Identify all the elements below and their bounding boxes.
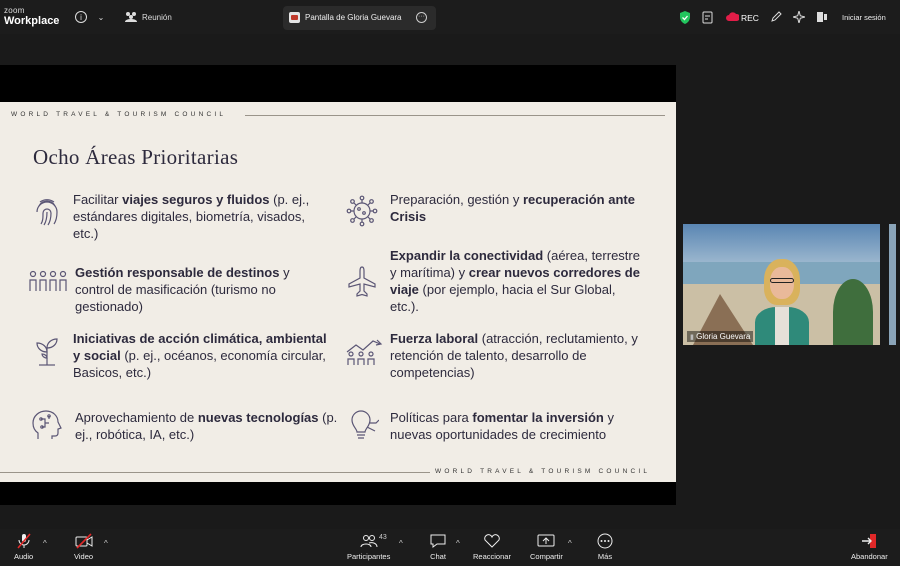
participant-name-label: ▮ Gloria Guevara: [687, 331, 754, 342]
share-button[interactable]: Compartir: [530, 533, 563, 561]
share-options-caret-icon[interactable]: ^: [568, 539, 572, 548]
meeting-label[interactable]: Reunión: [142, 13, 172, 22]
audio-button[interactable]: Audio: [14, 533, 33, 561]
divider: [0, 472, 430, 473]
divider: [245, 115, 665, 116]
leave-icon: [862, 534, 877, 548]
sky: [683, 224, 880, 264]
signin-button[interactable]: Iniciar sesión: [842, 13, 886, 22]
workforce-icon: [344, 334, 384, 368]
virus-icon: [345, 194, 379, 228]
signal-icon: ▮: [690, 334, 694, 341]
priority-item: Gestión responsable de destinos y contro…: [75, 265, 290, 314]
zoom-logo: zoom Workplace: [4, 6, 60, 27]
heart-icon: [484, 534, 500, 548]
cloud-record-icon[interactable]: [726, 11, 739, 23]
share-tab[interactable]: Pantalla de Gloria Guevara ···: [283, 6, 436, 30]
slide-header-org: WORLD TRAVEL & TOURISM COUNCIL: [11, 111, 227, 118]
document-icon[interactable]: [702, 11, 713, 24]
slide-footer-org: WORLD TRAVEL & TOURISM COUNCIL: [435, 468, 651, 475]
rec-label[interactable]: REC: [741, 13, 759, 23]
video-options-caret-icon[interactable]: ^: [104, 539, 108, 548]
participant-figure: [755, 259, 809, 345]
more-button[interactable]: Más: [596, 533, 614, 561]
shield-icon[interactable]: [679, 11, 691, 24]
priority-item: Preparación, gestión y recuperación ante…: [390, 192, 635, 224]
camera-off-icon: [75, 533, 93, 549]
participants-icon: [360, 535, 378, 548]
priority-item: Facilitar viajes seguros y fluidos (p. e…: [73, 192, 310, 241]
head-brain-icon: [30, 408, 64, 442]
lightbulb-icon: [345, 408, 380, 442]
leave-button[interactable]: Abandonar: [851, 533, 888, 561]
presenter-avatar-icon: [289, 12, 300, 23]
chat-icon: [430, 534, 446, 548]
palm-trees: [833, 279, 873, 345]
priority-item: Iniciativas de acción climática, ambient…: [73, 331, 327, 380]
chat-options-caret-icon[interactable]: ^: [456, 539, 460, 548]
plant-icon: [30, 334, 64, 368]
video-tile-edge: [889, 224, 896, 345]
participants-options-caret-icon[interactable]: ^: [399, 539, 403, 548]
more-options-icon[interactable]: ···: [416, 12, 427, 23]
slide-title: Ocho Áreas Prioritarias: [33, 145, 239, 169]
priority-item: Fuerza laboral (atracción, reclutamiento…: [390, 331, 638, 380]
priority-item: Políticas para fomentar la inversión y n…: [390, 410, 614, 442]
react-button[interactable]: Reaccionar: [473, 533, 511, 561]
meeting-people-icon: [124, 11, 138, 23]
priority-item: Expandir la conectividad (aérea, terrest…: [390, 248, 640, 314]
airplane-icon: [345, 264, 379, 298]
fingerprint-icon: [30, 194, 64, 228]
audio-options-caret-icon[interactable]: ^: [43, 539, 47, 548]
more-icon: [597, 533, 613, 549]
mic-muted-icon: [16, 533, 31, 549]
chevron-down-icon[interactable]: ⌄: [96, 11, 106, 23]
share-tab-label: Pantalla de Gloria Guevara: [305, 13, 402, 22]
layout-icon[interactable]: [816, 11, 828, 23]
top-bar: zoom Workplace i ⌄ Reunión Pantalla de G…: [0, 0, 900, 34]
pen-icon[interactable]: [770, 11, 782, 23]
participants-count: 43: [379, 534, 387, 541]
shared-screen: WORLD TRAVEL & TOURISM COUNCIL Ocho Área…: [0, 65, 676, 505]
chat-button[interactable]: Chat: [429, 533, 447, 561]
slide: WORLD TRAVEL & TOURISM COUNCIL Ocho Área…: [0, 102, 676, 482]
sparkle-icon[interactable]: [793, 11, 805, 23]
video-button[interactable]: Video: [74, 533, 93, 561]
share-screen-icon: [537, 534, 555, 547]
info-icon[interactable]: i: [75, 11, 87, 23]
crowd-icon: [28, 265, 68, 299]
bottom-toolbar: Audio ^ Video ^ Participantes 43 ^ Chat …: [0, 529, 900, 566]
participant-video-tile[interactable]: ▮ Gloria Guevara: [683, 224, 880, 345]
priority-item: Aprovechamiento de nuevas tecnologías (p…: [75, 410, 338, 442]
